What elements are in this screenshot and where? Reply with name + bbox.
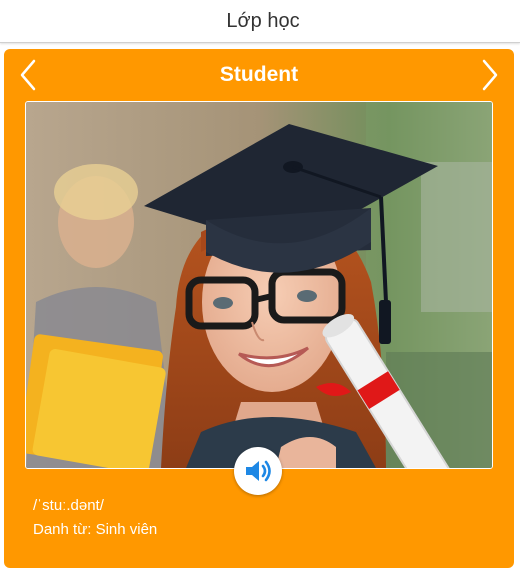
card-word: Student	[219, 63, 299, 86]
page-title: Lớp học	[226, 9, 300, 32]
flashcard: Student /ˈstuː.dənt/ Danh từ: Sinh viên	[4, 49, 514, 568]
chevron-right-icon	[482, 59, 498, 91]
phonetic-transcription: /ˈstuː.dənt/	[33, 497, 104, 514]
word-meaning: Danh từ: Sinh viên	[33, 521, 158, 538]
pronunciation-audio-button[interactable]	[234, 447, 282, 495]
top-bar: Lớp học	[0, 0, 520, 43]
next-card-button[interactable]	[476, 55, 506, 95]
graduate-student-photo	[26, 102, 492, 468]
word-image	[25, 101, 493, 469]
speaker-icon	[246, 460, 271, 482]
